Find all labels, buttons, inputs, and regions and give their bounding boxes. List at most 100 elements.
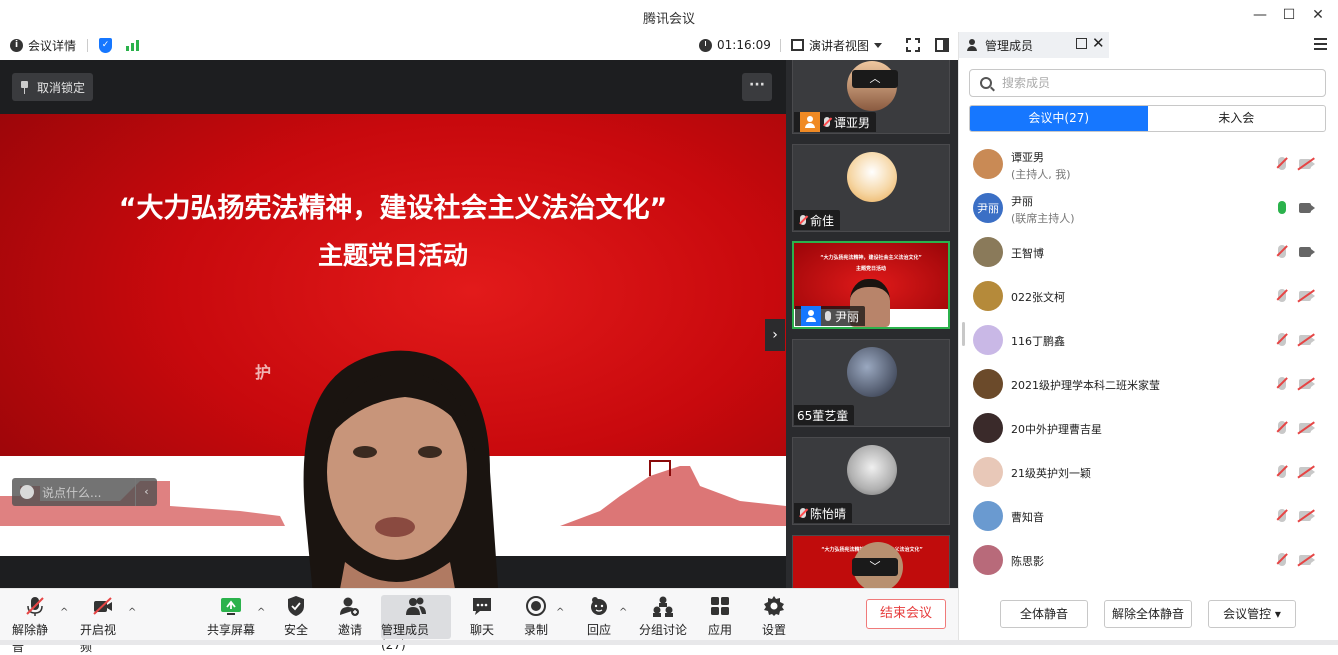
mic-muted-icon[interactable] [1278, 289, 1286, 302]
scroll-down-button[interactable]: ﹀ [852, 558, 898, 576]
member-row[interactable]: 116丁鹏鑫 [959, 318, 1338, 362]
manage-members-button[interactable]: 管理成员(27) [381, 595, 451, 652]
video-tile[interactable]: 65董艺童 [792, 339, 950, 427]
record-label: 录制 [523, 623, 548, 637]
member-row[interactable]: 尹丽 尹丽 (联席主持人) [959, 186, 1338, 230]
camera-off-icon[interactable] [1299, 159, 1315, 169]
tile-label: 尹丽 [795, 306, 866, 326]
settings-button[interactable]: 设置 [758, 595, 790, 639]
maximize-button[interactable]: ☐ [1274, 4, 1304, 26]
collapse-chat-button[interactable]: ‹ [135, 478, 157, 506]
emoji-icon[interactable] [20, 485, 34, 499]
tile-name: 俞佳 [810, 213, 835, 228]
mini-slide-subtitle: 主题党日活动 [855, 266, 886, 272]
camera-icon[interactable] [1299, 203, 1315, 213]
fullscreen-button[interactable] [906, 36, 920, 54]
audio-options-caret[interactable]: ^ [60, 607, 68, 618]
scroll-up-button[interactable]: ︿ [852, 70, 898, 88]
record-options-caret[interactable]: ^ [556, 607, 564, 618]
end-meeting-button[interactable]: 结束会议 [866, 599, 946, 629]
mic-muted-icon[interactable] [1278, 333, 1286, 346]
member-row[interactable]: 022张文柯 [959, 274, 1338, 318]
meeting-details-button[interactable]: i 会议详情 [10, 36, 76, 54]
meeting-control-dropdown[interactable]: 会议管控 ▾ [1208, 600, 1296, 628]
apps-label: 应用 [707, 623, 732, 637]
search-input[interactable] [1002, 76, 1325, 90]
mic-muted-icon[interactable] [1278, 245, 1286, 258]
video-options-caret[interactable]: ^ [128, 607, 136, 618]
breakout-rooms-button[interactable]: 分组讨论 [639, 595, 687, 639]
apps-button[interactable]: 应用 [704, 595, 736, 639]
camera-off-icon[interactable] [1299, 379, 1315, 389]
unmute-button[interactable]: 解除静音 [12, 595, 58, 654]
security-button[interactable]: 安全 [280, 595, 312, 639]
avatar [973, 149, 1003, 179]
member-role: (主持人, 我) [1011, 168, 1071, 181]
member-row[interactable]: 曹知音 [959, 494, 1338, 538]
member-name: 曹知音 [1011, 511, 1044, 524]
more-options-button[interactable]: ··· [742, 73, 772, 101]
member-search[interactable] [969, 69, 1326, 97]
network-status[interactable] [126, 36, 139, 54]
camera-off-icon [92, 595, 114, 617]
video-tile-active-speaker[interactable]: “大力弘扬宪法精神，建设社会主义法治文化” 主题党日活动 尹丽 [792, 241, 950, 329]
taskbar-edge [0, 640, 1338, 645]
pop-out-icon[interactable] [1076, 38, 1087, 49]
share-screen-button[interactable]: 共享屏幕 [207, 595, 255, 639]
close-window-button[interactable]: ✕ [1303, 4, 1333, 26]
avatar [973, 281, 1003, 311]
mic-muted-icon[interactable] [1278, 421, 1286, 434]
chat-button[interactable]: 聊天 [466, 595, 498, 639]
minimize-button[interactable]: — [1245, 4, 1275, 26]
mic-muted-icon[interactable] [1278, 157, 1286, 170]
next-page-button[interactable]: › [765, 319, 785, 351]
camera-off-icon[interactable] [1299, 511, 1315, 521]
video-tile[interactable]: 俞佳 [792, 144, 950, 232]
record-button[interactable]: 录制 [520, 595, 552, 639]
camera-off-icon[interactable] [1299, 555, 1315, 565]
mic-muted-icon[interactable] [1278, 377, 1286, 390]
camera-off-icon[interactable] [1299, 291, 1315, 301]
camera-off-icon[interactable] [1299, 423, 1315, 433]
member-row[interactable]: 王智博 [959, 230, 1338, 274]
react-button[interactable]: 回应 [583, 595, 615, 639]
mic-muted-icon[interactable] [1278, 553, 1286, 566]
member-name: 尹丽 [1011, 195, 1033, 208]
close-panel-button[interactable]: ✕ [1092, 34, 1105, 52]
mic-muted-icon[interactable] [1278, 509, 1286, 522]
video-tile[interactable]: 陈怡晴 [792, 437, 950, 525]
member-name: 21级英护刘一颖 [1011, 467, 1091, 480]
tab-not-joined[interactable]: 未入会 [1148, 106, 1326, 131]
chat-label: 聊天 [469, 623, 494, 637]
camera-off-icon[interactable] [1299, 335, 1315, 345]
divider [780, 39, 781, 52]
meeting-toolbar: 解除静音 ^ 开启视频 ^ 共享屏幕 ^ 安全 邀请 管理成员(27) 聊天 录… [0, 588, 958, 654]
toggle-sidebar-button[interactable] [935, 36, 949, 54]
search-icon [980, 77, 992, 89]
security-status[interactable]: ✓ [99, 36, 112, 54]
mute-all-button[interactable]: 全体静音 [1000, 600, 1088, 628]
react-options-caret[interactable]: ^ [619, 607, 627, 618]
unlock-view-button[interactable]: 取消锁定 [12, 73, 94, 101]
mic-muted-icon[interactable] [1278, 465, 1286, 478]
tab-in-meeting[interactable]: 会议中(27) [970, 106, 1148, 131]
invite-button[interactable]: 邀请 [334, 595, 366, 639]
start-video-button[interactable]: 开启视频 [80, 595, 126, 654]
mic-icon[interactable] [1278, 201, 1286, 214]
unlock-label: 取消锁定 [37, 80, 86, 95]
member-row[interactable]: 21级英护刘一颖 [959, 450, 1338, 494]
chat-placeholder[interactable]: 说点什么... [42, 484, 135, 501]
camera-icon[interactable] [1299, 247, 1315, 257]
member-row[interactable]: 20中外护理曹吉星 [959, 406, 1338, 450]
unmute-all-button[interactable]: 解除全体静音 [1104, 600, 1192, 628]
share-options-caret[interactable]: ^ [257, 607, 265, 618]
member-row[interactable]: 谭亚男 (主持人, 我) [959, 142, 1338, 186]
member-row[interactable]: 2021级护理学本科二班米家莹 [959, 362, 1338, 406]
title-bar: 腾讯会议 — ☐ ✕ [0, 0, 1338, 32]
view-mode-dropdown[interactable]: 演讲者视图 [791, 36, 883, 54]
camera-off-icon[interactable] [1299, 467, 1315, 477]
member-row[interactable]: 陈思影 [959, 538, 1338, 582]
quick-chat-box[interactable]: 说点什么... ‹ [12, 478, 157, 506]
menu-icon[interactable] [1314, 38, 1327, 50]
member-list: 谭亚男 (主持人, 我) 尹丽 尹丽 (联席主持人) 王智博 022张文柯 116丁鹏鑫 202… [959, 142, 1338, 582]
